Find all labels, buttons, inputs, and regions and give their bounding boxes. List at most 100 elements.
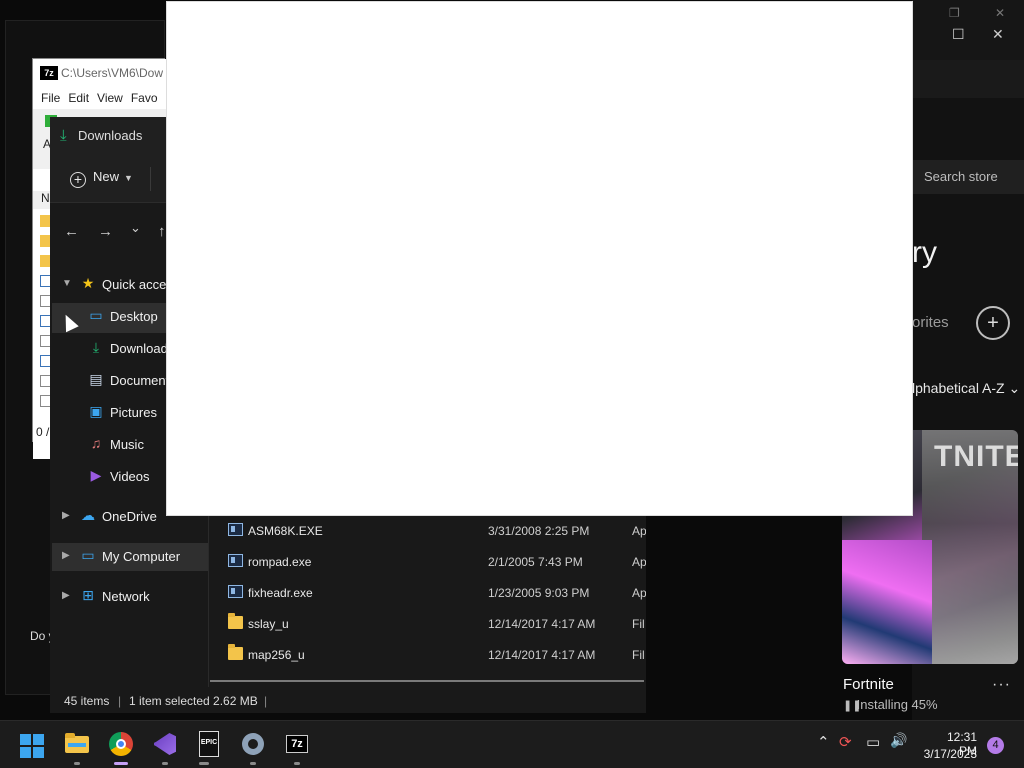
network-status-icon[interactable]: ▭: [866, 733, 880, 751]
exe-icon: [228, 585, 243, 598]
menu-edit[interactable]: Edit: [68, 91, 89, 105]
file-date: 2/1/2005 7:43 PM: [488, 555, 583, 569]
file-name: map256_u: [248, 648, 305, 662]
start-icon[interactable]: [20, 734, 44, 758]
file-type: Ap: [632, 555, 646, 569]
clock-date[interactable]: 3/17/2023: [920, 747, 977, 761]
7zip-menubar: File Edit View Favo: [33, 87, 166, 109]
exe-icon: [228, 554, 243, 567]
blank-window[interactable]: [166, 1, 913, 516]
7zip-path: C:\Users\VM6\Dow: [61, 66, 164, 80]
file-row[interactable]: ASM68K.EXE 3/31/2008 2:25 PM Ap: [210, 517, 646, 545]
game-title[interactable]: Fortnite: [843, 676, 894, 693]
explorer-title: Downloads: [78, 128, 143, 143]
taskbar: EPIC 7z ⌃ ⟳ ▭ 🔊 12:31 PM 3/17/2023 4: [0, 720, 1024, 768]
selection-info: 1 item selected 2.62 MB: [129, 694, 258, 708]
close-icon[interactable]: ✕: [992, 26, 1004, 43]
sidebar-item-label: OneDrive: [102, 509, 157, 524]
install-status-text: Installing 45%: [856, 697, 938, 712]
dark-window-frame: ❐ ✕: [913, 0, 1024, 60]
visual-studio-icon[interactable]: [150, 729, 180, 759]
sync-icon[interactable]: ⟳: [839, 733, 852, 751]
menu-view[interactable]: View: [97, 91, 123, 105]
library-heading: ry: [912, 236, 937, 269]
sidebar-item-label: Desktop: [110, 309, 158, 324]
sidebar-item-label: Videos: [110, 469, 150, 484]
7zip-logo-text: 7z: [286, 735, 308, 753]
exe-icon: [228, 523, 243, 536]
sidebar-item-label: Pictures: [110, 405, 157, 420]
up-arrow-icon[interactable]: ↑: [158, 223, 166, 240]
game-art-scene: [842, 540, 932, 664]
folder-icon: [228, 613, 243, 629]
chrome-icon[interactable]: [106, 729, 136, 759]
settings-icon[interactable]: [238, 729, 268, 759]
file-row[interactable]: map256_u 12/14/2017 4:17 AM Fil: [210, 641, 646, 669]
chevron-down-icon[interactable]: ▼: [62, 278, 72, 289]
7zip-status: 0 /: [36, 425, 50, 439]
file-name: ASM68K.EXE: [248, 524, 323, 538]
chevron-right-icon[interactable]: ▶: [62, 550, 70, 561]
forward-arrow-icon[interactable]: →: [98, 223, 113, 240]
7zip-logo-icon: 7z: [40, 66, 58, 80]
7zip-icon[interactable]: 7z: [282, 729, 312, 759]
file-type: Fil: [632, 617, 645, 631]
new-button[interactable]: + New ▼: [70, 169, 133, 188]
restore-icon[interactable]: ❐: [949, 6, 960, 20]
file-date: 3/31/2008 2:25 PM: [488, 524, 590, 538]
close-icon[interactable]: ✕: [995, 6, 1005, 20]
notification-badge[interactable]: 4: [987, 737, 1004, 754]
file-date: 12/14/2017 4:17 AM: [488, 617, 596, 631]
file-type: Ap: [632, 586, 646, 600]
new-label: New: [93, 169, 120, 184]
status-separator: |: [118, 694, 122, 708]
file-row[interactable]: rompad.exe 2/1/2005 7:43 PM Ap: [210, 548, 646, 576]
show-hidden-icons-icon[interactable]: ⌃: [817, 733, 830, 751]
document-icon: ▤: [89, 371, 103, 387]
favorites-filter[interactable]: orites: [912, 314, 949, 331]
explorer-status-bar: 45 items | 1 item selected 2.62 MB |: [50, 687, 646, 713]
horizontal-scrollbar[interactable]: [210, 680, 644, 682]
sort-dropdown[interactable]: lphabetical A-Z ⌄: [912, 380, 1020, 397]
menu-favorites[interactable]: Favo: [131, 91, 158, 105]
file-date: 1/23/2005 9:03 PM: [488, 586, 590, 600]
menu-file[interactable]: File: [41, 91, 60, 105]
epic-games-icon[interactable]: EPIC: [194, 729, 224, 759]
download-icon: ⤓: [92, 339, 100, 355]
running-indicator: [250, 762, 256, 765]
search-store-input[interactable]: Search store: [912, 160, 1024, 194]
pictures-icon: ▣: [89, 403, 103, 419]
running-indicator: [294, 762, 300, 765]
running-indicator: [199, 762, 209, 765]
item-count: 45 items: [64, 694, 110, 708]
file-name: rompad.exe: [248, 555, 312, 569]
file-row[interactable]: fixheadr.exe 1/23/2005 9:03 PM Ap: [210, 579, 646, 607]
file-explorer-icon[interactable]: [62, 729, 92, 759]
videos-icon: ▶: [90, 467, 102, 483]
more-options-icon[interactable]: ···: [992, 676, 1011, 694]
running-indicator: [162, 762, 168, 765]
running-indicator: [74, 762, 80, 765]
plus-icon: +: [70, 172, 86, 188]
chevron-down-icon: ▼: [124, 173, 133, 183]
file-name: fixheadr.exe: [248, 586, 313, 600]
column-header-name[interactable]: N: [41, 191, 50, 205]
active-indicator: [114, 762, 128, 765]
file-name: sslay_u: [248, 617, 289, 631]
install-status: ❚❚ Installing 45%: [843, 697, 938, 712]
toolbar-divider: [150, 167, 151, 191]
maximize-icon[interactable]: ☐: [952, 26, 965, 43]
desktop-icon: ▭: [89, 307, 103, 323]
network-icon: ⊞: [82, 587, 94, 603]
chevron-right-icon[interactable]: ▶: [62, 590, 70, 601]
pause-icon[interactable]: ❚❚: [843, 699, 861, 712]
sidebar-item-label: Music: [110, 437, 144, 452]
recent-locations-icon[interactable]: ⌄: [130, 220, 141, 236]
sidebar-item-label: Network: [102, 589, 150, 604]
sort-label: lphabetical A-Z: [912, 380, 1005, 396]
file-row[interactable]: sslay_u 12/14/2017 4:17 AM Fil: [210, 610, 646, 638]
add-collection-button[interactable]: +: [976, 306, 1010, 340]
volume-icon[interactable]: 🔊: [890, 732, 907, 749]
chevron-right-icon[interactable]: ▶: [62, 510, 70, 521]
back-arrow-icon[interactable]: ←: [64, 223, 79, 240]
